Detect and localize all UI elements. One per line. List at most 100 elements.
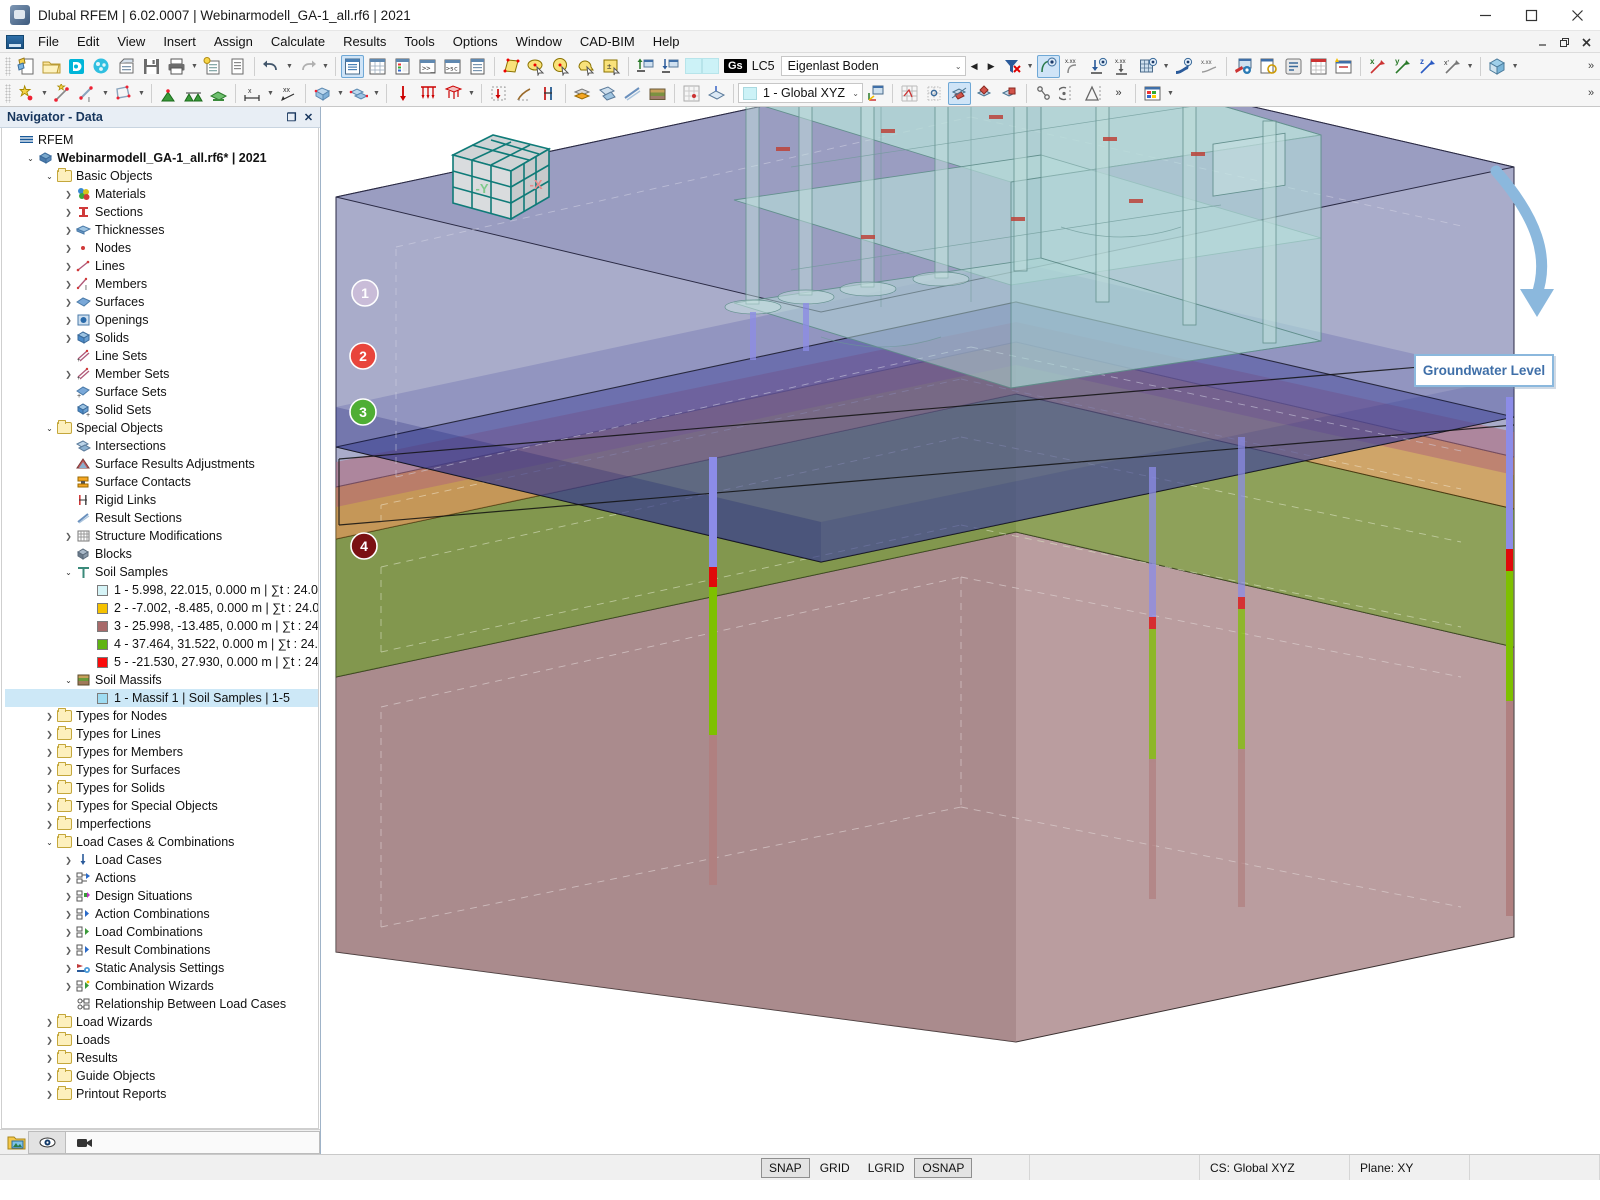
new-node-icon[interactable] — [15, 82, 38, 105]
document-list-icon[interactable] — [226, 55, 249, 78]
tables-icon[interactable] — [366, 55, 389, 78]
tree-item-lines[interactable]: ❯Lines — [5, 257, 318, 275]
mdi-close-button[interactable] — [1576, 33, 1596, 51]
coordinate-system-combo[interactable]: 1 - Global XYZ ⌄ — [738, 83, 863, 103]
chevron-right-icon[interactable]: ❯ — [62, 262, 75, 271]
close-button[interactable] — [1554, 0, 1600, 31]
chevron-right-icon[interactable]: ❯ — [62, 244, 75, 253]
chevron-right-icon[interactable]: ❯ — [62, 190, 75, 199]
view-iso-xyz-icon[interactable] — [948, 82, 971, 105]
display-settings-icon[interactable] — [1232, 55, 1255, 78]
chevron-right-icon[interactable]: ❯ — [62, 982, 75, 991]
tree-item-webinarmodell-ga-1-all-rf6-2021[interactable]: ⌄Webinarmodell_GA-1_all.rf6* | 2021 — [5, 149, 318, 167]
mdi-restore-button[interactable] — [1554, 33, 1574, 51]
calculate-icon[interactable] — [1282, 55, 1305, 78]
select-free-icon[interactable] — [575, 55, 598, 78]
mdi-minimize-button[interactable] — [1532, 33, 1552, 51]
tree-item-line-sets[interactable]: +Line Sets — [5, 347, 318, 365]
load-case-combo[interactable]: Eigenlast Boden ⌄ — [781, 56, 966, 76]
chevron-right-icon[interactable]: ❯ — [62, 298, 75, 307]
print-icon[interactable] — [165, 55, 188, 78]
colors-table-icon[interactable] — [391, 55, 414, 78]
chevron-down-icon[interactable]: ⌄ — [955, 62, 962, 71]
new-surface-dropdown-icon[interactable]: ▼ — [136, 82, 147, 105]
chevron-right-icon[interactable]: ❯ — [43, 1054, 56, 1063]
line-support-icon[interactable] — [182, 82, 205, 105]
tree-item-surface-results-adjustments[interactable]: Surface Results Adjustments — [5, 455, 318, 473]
menu-item-tools[interactable]: Tools — [395, 31, 443, 53]
free-load-icon[interactable] — [487, 82, 510, 105]
chevron-right-icon[interactable]: ❯ — [43, 766, 56, 775]
new-solid-set-dropdown-icon[interactable]: ▼ — [371, 82, 382, 105]
undo-dropdown-icon[interactable]: ▼ — [284, 55, 295, 78]
status-toggle-lgrid[interactable]: LGRID — [860, 1158, 913, 1178]
view-iso-alt-icon[interactable] — [973, 82, 996, 105]
chevron-right-icon[interactable]: ❯ — [62, 946, 75, 955]
menu-item-edit[interactable]: Edit — [68, 31, 108, 53]
tree-item-static-analysis-settings[interactable]: ❯Static Analysis Settings — [5, 959, 318, 977]
show-hidden-icon[interactable] — [634, 55, 657, 78]
tree-item-result-combinations[interactable]: ❯Result Combinations — [5, 941, 318, 959]
show-diagram-icon[interactable] — [1173, 55, 1196, 78]
tree-item-thicknesses[interactable]: ❯Thicknesses — [5, 221, 318, 239]
load-wizard-icon[interactable] — [1332, 55, 1355, 78]
navigator-tree[interactable]: RFEM⌄Webinarmodell_GA-1_all.rf6* | 2021⌄… — [1, 128, 319, 1129]
open-folder-icon[interactable] — [40, 55, 63, 78]
tree-item-basic-objects[interactable]: ⌄Basic Objects — [5, 167, 318, 185]
imperfection-icon[interactable] — [512, 82, 535, 105]
view-iso-alt2-icon[interactable] — [998, 82, 1021, 105]
tree-item-types-for-special-objects[interactable]: ❯Types for Special Objects — [5, 797, 318, 815]
chevron-right-icon[interactable]: ❯ — [43, 712, 56, 721]
work-plane-icon[interactable] — [705, 82, 728, 105]
tree-item-special-objects[interactable]: ⌄Special Objects — [5, 419, 318, 437]
new-member-dropdown-icon[interactable]: ▼ — [100, 82, 111, 105]
status-bar-cs[interactable]: CS: Global XYZ — [1200, 1155, 1350, 1180]
new-solid-icon[interactable] — [311, 82, 334, 105]
minimize-button[interactable] — [1462, 0, 1508, 31]
render-dropdown-icon[interactable]: ▼ — [1510, 55, 1521, 78]
model-viewport[interactable]: 1 2 3 4 — [321, 107, 1600, 1154]
chevron-right-icon[interactable]: ❯ — [62, 892, 75, 901]
status-toggle-grid[interactable]: GRID — [812, 1158, 858, 1178]
soil-massif-3d-model[interactable]: 1 2 3 4 — [321, 107, 1600, 1154]
status-bar-plane[interactable]: Plane: XY — [1350, 1155, 1470, 1180]
tree-item-members[interactable]: ❯IMembers — [5, 275, 318, 293]
print-dropdown-icon[interactable]: ▼ — [189, 55, 200, 78]
tree-item-types-for-surfaces[interactable]: ❯Types for Surfaces — [5, 761, 318, 779]
axis-y-icon[interactable]: y — [1391, 55, 1414, 78]
chevron-right-icon[interactable]: ❯ — [43, 730, 56, 739]
show-values-deformation-icon[interactable]: x.xx — [1062, 55, 1085, 78]
surface-results-dropdown-icon[interactable]: ▼ — [1161, 55, 1172, 78]
tree-item-guide-objects[interactable]: ❯Guide Objects — [5, 1067, 318, 1085]
tree-item-relationship-between-load-cases[interactable]: Relationship Between Load Cases — [5, 995, 318, 1013]
maximize-button[interactable] — [1508, 0, 1554, 31]
undo-icon[interactable] — [260, 55, 283, 78]
chevron-right-icon[interactable]: ❯ — [62, 334, 75, 343]
chevron-right-icon[interactable]: ❯ — [62, 874, 75, 883]
dlubal-center-icon[interactable] — [65, 55, 88, 78]
tree-item-blocks[interactable]: Blocks — [5, 545, 318, 563]
printout-report-icon[interactable] — [201, 55, 224, 78]
nodal-support-icon[interactable] — [157, 82, 180, 105]
nodal-load-icon[interactable] — [392, 82, 415, 105]
tree-item-solid-sets[interactable]: +Solid Sets — [5, 401, 318, 419]
tree-item-materials[interactable]: ❯Materials — [5, 185, 318, 203]
menu-item-file[interactable]: File — [29, 31, 68, 53]
menu-item-options[interactable]: Options — [444, 31, 507, 53]
show-surface-results-icon[interactable] — [1137, 55, 1160, 78]
chevron-right-icon[interactable]: ❯ — [43, 1018, 56, 1027]
menu-item-calculate[interactable]: Calculate — [262, 31, 334, 53]
menu-item-window[interactable]: Window — [507, 31, 571, 53]
menu-item-assign[interactable]: Assign — [205, 31, 262, 53]
select-by-window-icon[interactable] — [500, 55, 523, 78]
chevron-right-icon[interactable]: ❯ — [43, 820, 56, 829]
chevron-right-icon[interactable]: ❯ — [62, 316, 75, 325]
tree-item-5-21-530-27-930-0-000-m-t-24-000-m[interactable]: 5 - -21.530, 27.930, 0.000 m | ∑t : 24.0… — [5, 653, 318, 671]
tree-item-surface-sets[interactable]: +Surface Sets — [5, 383, 318, 401]
object-snap-icon[interactable] — [923, 82, 946, 105]
new-solid-dropdown-icon[interactable]: ▼ — [335, 82, 346, 105]
surface-load-icon[interactable] — [442, 82, 465, 105]
chevron-right-icon[interactable]: ❯ — [62, 532, 75, 541]
redo-dropdown-icon[interactable]: ▼ — [320, 55, 331, 78]
filter-dropdown-icon[interactable]: ▼ — [1025, 55, 1036, 78]
